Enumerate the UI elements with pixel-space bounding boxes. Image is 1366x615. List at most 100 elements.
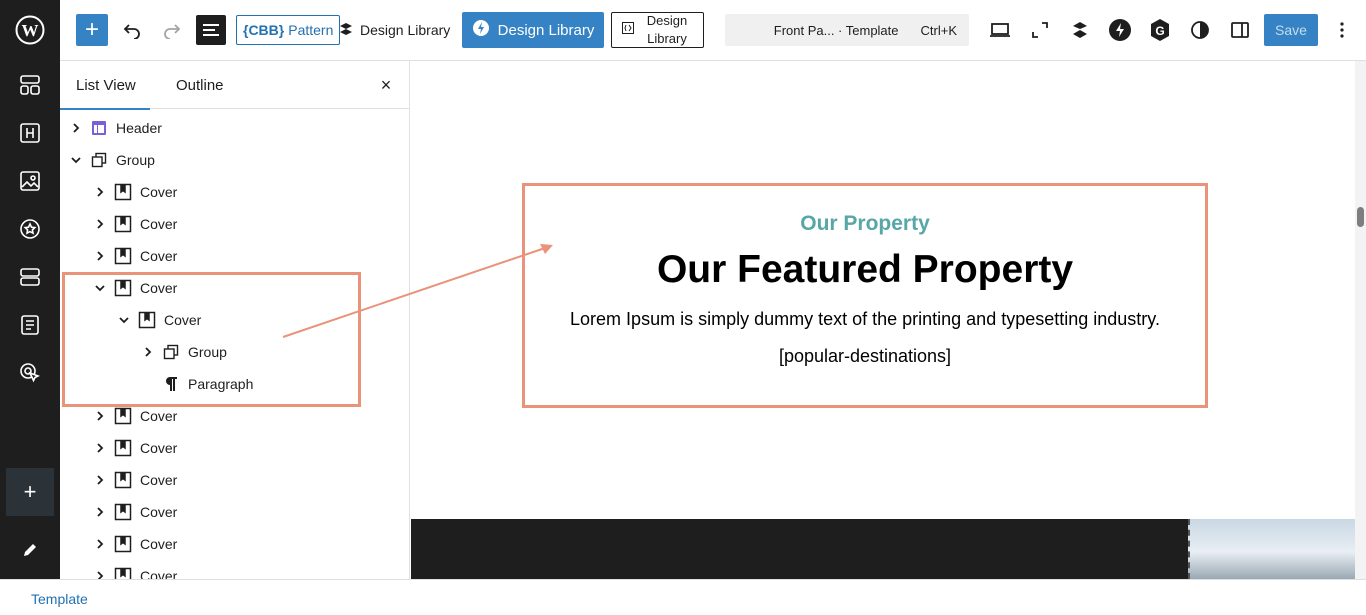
add-block-icon[interactable]: + xyxy=(6,468,54,516)
sidebar-toggle-icon[interactable] xyxy=(1228,18,1252,42)
list-view-row-label: Cover xyxy=(140,184,178,200)
list-view-row[interactable]: Cover xyxy=(60,528,409,560)
desktop-preview-icon[interactable] xyxy=(988,18,1012,42)
chevron-right-icon[interactable] xyxy=(92,536,108,552)
chevron-down-icon[interactable] xyxy=(68,152,84,168)
pointer-icon[interactable] xyxy=(0,353,60,393)
star-badge-icon[interactable] xyxy=(0,209,60,249)
cover-icon xyxy=(114,471,132,489)
block-inserter-button[interactable]: + xyxy=(76,14,108,46)
design-library-label-3: Design Library xyxy=(646,13,688,46)
chevron-right-icon[interactable] xyxy=(92,408,108,424)
mountain-image[interactable] xyxy=(1188,519,1355,579)
close-panel-icon[interactable]: × xyxy=(376,75,396,95)
list-view-row-label: Group xyxy=(116,152,155,168)
chevron-right-icon[interactable] xyxy=(92,216,108,232)
stackable-icon[interactable] xyxy=(1068,18,1092,42)
cover-icon xyxy=(114,247,132,265)
featured-section-highlight[interactable]: Our Property Our Featured Property Lorem… xyxy=(522,183,1208,408)
more-options-icon[interactable] xyxy=(1332,18,1352,42)
layout-icon[interactable] xyxy=(0,65,60,105)
svg-text:G: G xyxy=(1155,24,1164,38)
heading-icon[interactable] xyxy=(0,113,60,153)
design-library-label-1: Design Library xyxy=(360,22,451,38)
list-view-row-label: Cover xyxy=(140,568,178,579)
section-eyebrow: Our Property xyxy=(800,212,930,235)
cover-icon xyxy=(114,407,132,425)
chevron-right-icon[interactable] xyxy=(92,568,108,579)
list-view-icon[interactable] xyxy=(196,15,226,45)
list-view-row-label: Cover xyxy=(140,248,178,264)
list-view-row[interactable]: Header xyxy=(60,112,409,144)
list-view-row[interactable]: Cover xyxy=(60,464,409,496)
breadcrumb-template[interactable]: Template xyxy=(31,591,88,607)
section-description: Lorem Ipsum is simply dummy text of the … xyxy=(570,309,1160,329)
list-view-row-label: Cover xyxy=(140,504,178,520)
editor-footer: Template xyxy=(0,579,1366,615)
design-library-button-1[interactable]: Design Library xyxy=(338,12,450,48)
list-view-row-label: Cover xyxy=(140,408,178,424)
cover-icon xyxy=(114,567,132,579)
rows-icon[interactable] xyxy=(0,257,60,297)
save-button[interactable]: Save xyxy=(1264,14,1318,46)
cover-icon xyxy=(114,535,132,553)
stackable-logo-icon xyxy=(338,21,354,40)
shortcut-hint: Ctrl+K xyxy=(920,22,957,38)
cover-icon xyxy=(114,439,132,457)
list-view-row[interactable]: Cover xyxy=(60,496,409,528)
list-view-row[interactable]: Cover xyxy=(60,240,409,272)
group-icon xyxy=(90,151,108,169)
list-view-row[interactable]: Cover xyxy=(60,176,409,208)
list-view-row[interactable]: Cover xyxy=(60,560,409,579)
cbb-pattern-button[interactable]: {CBB} Pattern xyxy=(236,15,341,45)
wordpress-logo-icon[interactable]: W xyxy=(0,10,60,50)
design-library-label-2: Design Library xyxy=(497,21,595,39)
chevron-right-icon[interactable] xyxy=(92,184,108,200)
cover-icon xyxy=(114,503,132,521)
redo-icon[interactable] xyxy=(160,12,184,48)
tab-list-view[interactable]: List View xyxy=(60,61,150,110)
list-view-row[interactable]: Cover xyxy=(60,208,409,240)
list-view-row-label: Cover xyxy=(140,536,178,552)
document-icon[interactable] xyxy=(0,305,60,345)
image-icon[interactable] xyxy=(0,161,60,201)
canvas-scrollbar[interactable] xyxy=(1355,61,1366,579)
template-part-icon xyxy=(90,119,108,137)
chevron-right-icon[interactable] xyxy=(68,120,84,136)
list-view-row-label: Cover xyxy=(140,472,178,488)
cover-icon xyxy=(114,215,132,233)
document-title: Front Pa... · Template xyxy=(773,22,899,38)
list-view-row[interactable]: Group xyxy=(60,144,409,176)
list-view-row-label: Cover xyxy=(140,216,178,232)
command-palette-button[interactable]: Front Pa... · Template Ctrl+K xyxy=(725,14,969,46)
tab-outline[interactable]: Outline xyxy=(176,61,224,109)
design-library-button-2[interactable]: Design Library xyxy=(462,12,604,48)
svg-text:W: W xyxy=(22,21,39,40)
selection-highlight-box xyxy=(62,272,361,407)
editor-rail: W + xyxy=(0,0,60,579)
scrollbar-thumb[interactable] xyxy=(1357,207,1364,227)
chevron-right-icon[interactable] xyxy=(92,504,108,520)
lightning-icon xyxy=(472,19,490,41)
pencil-icon[interactable] xyxy=(0,530,60,570)
design-library-button-3[interactable]: Design Library xyxy=(611,12,704,48)
shortcode-text: [popular-destinations] xyxy=(778,346,952,366)
chevron-right-icon[interactable] xyxy=(92,472,108,488)
section-headline: Our Featured Property xyxy=(656,248,1074,291)
list-view-row-label: Cover xyxy=(140,440,178,456)
lightning-circle-icon[interactable] xyxy=(1108,18,1132,42)
top-toolbar: + {CBB} Pattern Design Library Design Li… xyxy=(60,0,1366,61)
undo-icon[interactable] xyxy=(120,12,144,48)
library-box-icon xyxy=(622,21,634,39)
chevron-right-icon[interactable] xyxy=(92,248,108,264)
editor-canvas: Our Property Our Featured Property Lorem… xyxy=(411,61,1355,579)
site-editor: W + + {CBB} Pattern Design Library Desig… xyxy=(0,0,1366,615)
cover-icon xyxy=(114,183,132,201)
cbb-label: {CBB} xyxy=(243,22,285,38)
chevron-right-icon[interactable] xyxy=(92,440,108,456)
g-badge-icon[interactable]: G xyxy=(1148,18,1172,42)
panel-tabs: List View Outline × xyxy=(60,61,409,110)
fullscreen-icon[interactable] xyxy=(1028,18,1052,42)
list-view-row[interactable]: Cover xyxy=(60,432,409,464)
styles-contrast-icon[interactable] xyxy=(1188,18,1212,42)
